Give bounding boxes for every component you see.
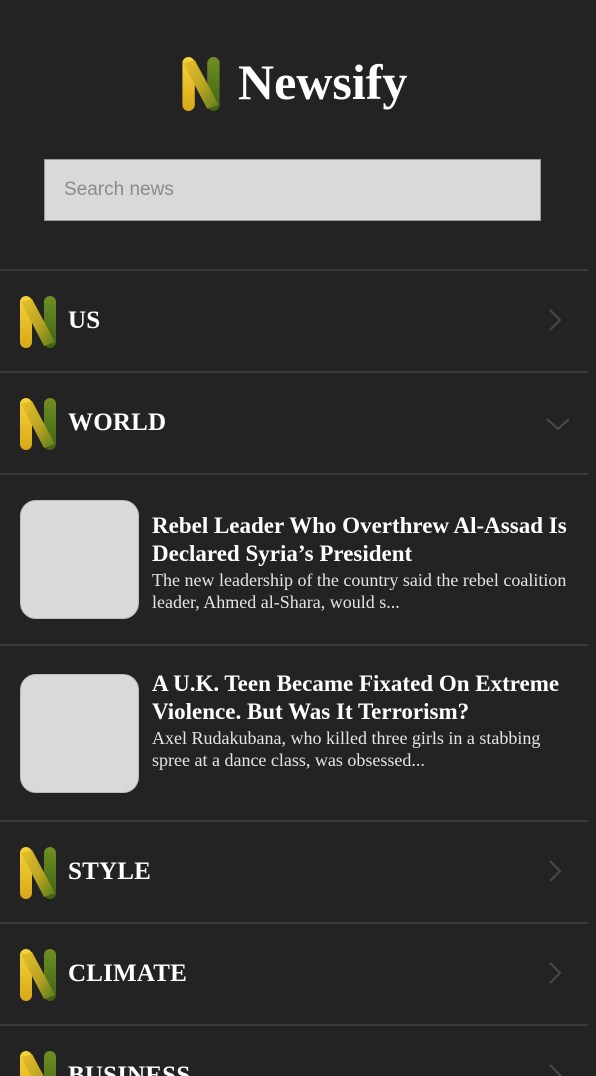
article-title: A U.K. Teen Became Fixated On Extreme Vi… bbox=[152, 671, 560, 724]
category-row-world[interactable]: WORLD bbox=[0, 373, 588, 473]
newsify-logo-icon bbox=[20, 1051, 56, 1076]
article-item[interactable]: A U.K. Teen Became Fixated On Extreme Vi… bbox=[0, 646, 588, 820]
newsify-logo-icon bbox=[20, 847, 56, 899]
app-title: Newsify bbox=[238, 54, 408, 110]
category-row-style[interactable]: STYLE bbox=[0, 822, 588, 922]
newsify-logo-icon bbox=[20, 398, 56, 450]
chevron-down-icon bbox=[546, 418, 570, 431]
search-input[interactable] bbox=[44, 159, 541, 221]
category-row-us[interactable]: US bbox=[0, 271, 588, 371]
app-header: Newsify bbox=[0, 0, 596, 130]
category-row-climate[interactable]: CLIMATE bbox=[0, 924, 588, 1024]
newsify-logo-icon bbox=[182, 57, 220, 111]
category-list: US WORLD Rebel Leader Who Overthrew Al-A… bbox=[0, 269, 588, 1076]
category-label: CLIMATE bbox=[68, 960, 188, 987]
chevron-right-icon bbox=[549, 860, 562, 882]
article-description: The new leadership of the country said t… bbox=[152, 570, 567, 612]
article-item[interactable]: Rebel Leader Who Overthrew Al-Assad Is D… bbox=[0, 475, 588, 644]
chevron-right-icon bbox=[549, 962, 562, 984]
newsify-logo-icon bbox=[20, 296, 56, 348]
category-row-business[interactable]: BUSINESS bbox=[0, 1026, 588, 1076]
category-label: STYLE bbox=[68, 858, 151, 885]
newsify-logo-icon bbox=[20, 949, 56, 1001]
article-thumbnail bbox=[20, 674, 139, 793]
article-description: Axel Rudakubana, who killed three girls … bbox=[152, 728, 541, 770]
article-title: Rebel Leader Who Overthrew Al-Assad Is D… bbox=[152, 513, 567, 566]
chevron-right-icon bbox=[549, 309, 562, 331]
article-thumbnail bbox=[20, 500, 139, 619]
category-label: WORLD bbox=[68, 409, 167, 436]
app-screen: Newsify US WORLD Rebel Leader Who Ove bbox=[0, 0, 596, 1076]
category-label: BUSINESS bbox=[68, 1062, 191, 1076]
chevron-right-icon bbox=[549, 1064, 562, 1076]
category-label: US bbox=[68, 307, 101, 334]
